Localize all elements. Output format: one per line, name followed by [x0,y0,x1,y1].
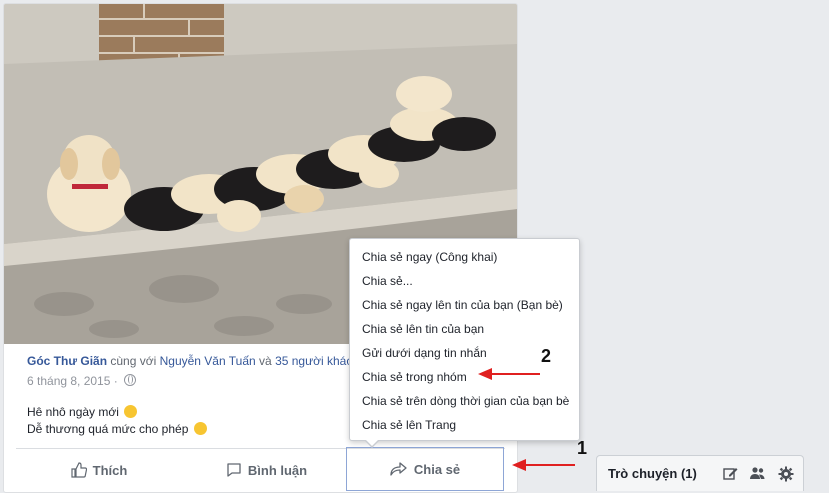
arrow-to-share-group [478,368,540,380]
compose-icon[interactable] [719,463,741,485]
people-icon[interactable] [747,463,769,485]
callout-number-1: 1 [577,438,588,458]
callout-number-2: 2 [541,346,552,366]
chat-title: Trò chuyện (1) [608,466,697,481]
gear-icon[interactable] [775,463,797,485]
chat-bar[interactable]: Trò chuyện (1) [596,455,804,491]
arrow-to-share-button [512,459,575,471]
annotation-overlay [478,368,575,471]
